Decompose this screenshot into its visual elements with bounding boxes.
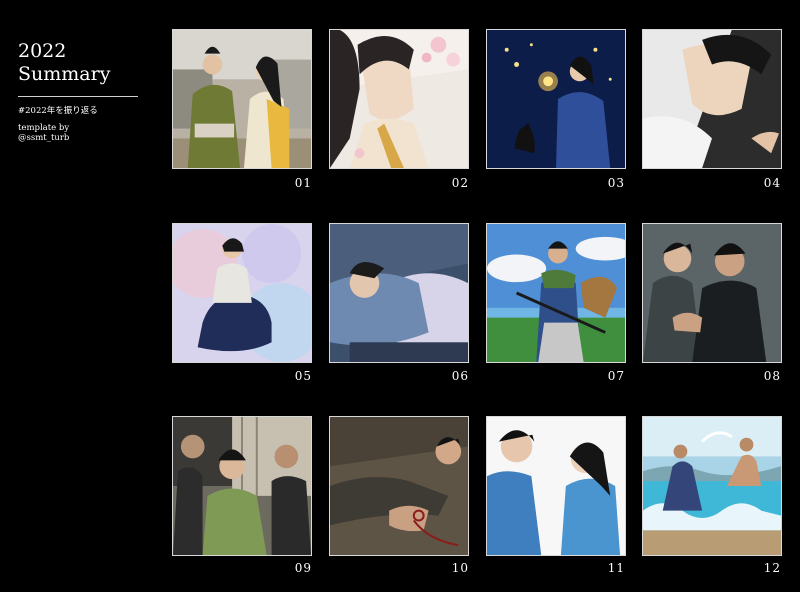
artwork-number-01: 01 xyxy=(294,176,312,190)
bound-figure-floor-icon xyxy=(330,417,468,555)
artwork-tile-11[interactable] xyxy=(486,416,626,556)
portrait-cherry-blossoms-icon xyxy=(330,30,468,168)
artwork-number-10: 10 xyxy=(451,561,469,575)
artwork-tile-05[interactable] xyxy=(172,223,312,363)
seated-figure-watercolor-icon xyxy=(173,224,311,362)
hashtag-text: #2022年を振り返る xyxy=(18,106,98,116)
beach-splash-icon xyxy=(643,417,781,555)
artwork-tile-02[interactable] xyxy=(329,29,469,169)
artwork-number-05: 05 xyxy=(294,369,312,383)
artwork-tile-06[interactable] xyxy=(329,223,469,363)
artwork-number-06: 06 xyxy=(451,369,469,383)
template-credit: template by @ssmt_turb xyxy=(18,123,70,143)
two-figures-kimono-street-icon xyxy=(173,30,311,168)
two-figures-bright-icon xyxy=(487,417,625,555)
two-figures-dark-icon xyxy=(643,224,781,362)
page-title: 2022 Summary xyxy=(18,40,111,85)
artwork-number-09: 09 xyxy=(294,561,312,575)
sidebar: 2022 Summary #2022年を振り返る template by @ss… xyxy=(18,40,138,143)
title-divider xyxy=(18,96,138,97)
group-scene-interior-icon xyxy=(173,417,311,555)
artwork-number-12: 12 xyxy=(763,561,781,575)
night-lantern-cat-icon xyxy=(487,30,625,168)
artwork-number-02: 02 xyxy=(451,176,469,190)
reclining-figure-icon xyxy=(643,30,781,168)
artwork-number-03: 03 xyxy=(607,176,625,190)
artwork-number-07: 07 xyxy=(607,369,625,383)
artwork-tile-01[interactable] xyxy=(172,29,312,169)
artwork-number-04: 04 xyxy=(763,176,781,190)
samurai-seaside-icon xyxy=(487,224,625,362)
artwork-tile-03[interactable] xyxy=(486,29,626,169)
artwork-tile-07[interactable] xyxy=(486,223,626,363)
artwork-tile-10[interactable] xyxy=(329,416,469,556)
artwork-number-11: 11 xyxy=(607,561,625,575)
artwork-tile-09[interactable] xyxy=(172,416,312,556)
artwork-tile-12[interactable] xyxy=(642,416,782,556)
artwork-tile-08[interactable] xyxy=(642,223,782,363)
artwork-tile-04[interactable] xyxy=(642,29,782,169)
artwork-number-08: 08 xyxy=(763,369,781,383)
sleeping-figure-icon xyxy=(330,224,468,362)
